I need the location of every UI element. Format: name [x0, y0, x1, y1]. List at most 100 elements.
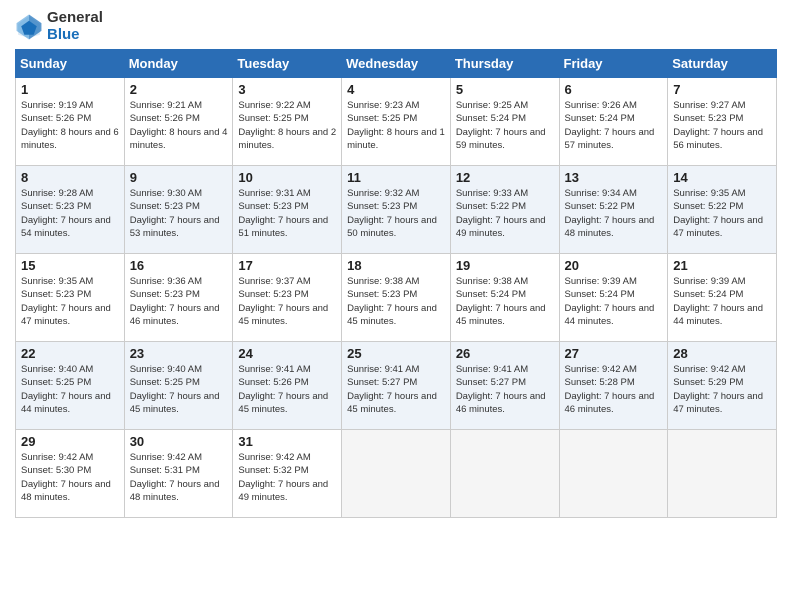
col-header-saturday: Saturday	[668, 50, 777, 78]
calendar-cell: 11Sunrise: 9:32 AMSunset: 5:23 PMDayligh…	[342, 166, 451, 254]
day-number: 2	[130, 82, 228, 97]
day-number: 7	[673, 82, 771, 97]
col-header-thursday: Thursday	[450, 50, 559, 78]
day-info: Sunrise: 9:42 AMSunset: 5:32 PMDaylight:…	[238, 451, 336, 504]
day-number: 5	[456, 82, 554, 97]
day-number: 1	[21, 82, 119, 97]
day-info: Sunrise: 9:19 AMSunset: 5:26 PMDaylight:…	[21, 99, 119, 152]
day-number: 11	[347, 170, 445, 185]
day-number: 21	[673, 258, 771, 273]
day-info: Sunrise: 9:31 AMSunset: 5:23 PMDaylight:…	[238, 187, 336, 240]
calendar-cell	[559, 430, 668, 518]
calendar-cell: 3 Sunrise: 9:22 AMSunset: 5:25 PMDaylight…	[233, 78, 342, 166]
calendar-cell: 17 Sunrise: 9:37 AMSunset: 5:23 PMDayligh…	[233, 254, 342, 342]
day-number: 30	[130, 434, 228, 449]
day-info: Sunrise: 9:37 AMSunset: 5:23 PMDaylight:…	[238, 275, 336, 328]
calendar-cell: 8 Sunrise: 9:28 AMSunset: 5:23 PMDaylight…	[16, 166, 125, 254]
day-info: Sunrise: 9:30 AMSunset: 5:23 PMDaylight:…	[130, 187, 228, 240]
calendar-cell: 29 Sunrise: 9:42 AMSunset: 5:30 PMDayligh…	[16, 430, 125, 518]
day-info: Sunrise: 9:22 AMSunset: 5:25 PMDaylight:…	[238, 99, 336, 152]
col-header-tuesday: Tuesday	[233, 50, 342, 78]
day-number: 27	[565, 346, 663, 361]
calendar-cell: 28 Sunrise: 9:42 AMSunset: 5:29 PMDayligh…	[668, 342, 777, 430]
day-number: 10	[238, 170, 336, 185]
day-number: 20	[565, 258, 663, 273]
calendar-cell: 2Sunrise: 9:21 AMSunset: 5:26 PMDaylight…	[124, 78, 233, 166]
day-number: 29	[21, 434, 119, 449]
calendar-cell: 31 Sunrise: 9:42 AMSunset: 5:32 PMDayligh…	[233, 430, 342, 518]
calendar-cell: 21 Sunrise: 9:39 AMSunset: 5:24 PMDayligh…	[668, 254, 777, 342]
header: General Blue	[15, 10, 777, 43]
day-number: 8	[21, 170, 119, 185]
day-info: Sunrise: 9:38 AMSunset: 5:23 PMDaylight:…	[347, 275, 445, 328]
day-info: Sunrise: 9:27 AMSunset: 5:23 PMDaylight:…	[673, 99, 771, 152]
day-number: 18	[347, 258, 445, 273]
day-number: 31	[238, 434, 336, 449]
calendar-cell: 6 Sunrise: 9:26 AMSunset: 5:24 PMDaylight…	[559, 78, 668, 166]
day-number: 28	[673, 346, 771, 361]
day-info: Sunrise: 9:41 AMSunset: 5:26 PMDaylight:…	[238, 363, 336, 416]
day-number: 17	[238, 258, 336, 273]
day-info: Sunrise: 9:39 AMSunset: 5:24 PMDaylight:…	[565, 275, 663, 328]
day-info: Sunrise: 9:40 AMSunset: 5:25 PMDaylight:…	[21, 363, 119, 416]
calendar-cell: 13Sunrise: 9:34 AMSunset: 5:22 PMDayligh…	[559, 166, 668, 254]
calendar-cell: 23 Sunrise: 9:40 AMSunset: 5:25 PMDayligh…	[124, 342, 233, 430]
calendar-cell: 18 Sunrise: 9:38 AMSunset: 5:23 PMDayligh…	[342, 254, 451, 342]
col-header-friday: Friday	[559, 50, 668, 78]
day-info: Sunrise: 9:41 AMSunset: 5:27 PMDaylight:…	[456, 363, 554, 416]
day-info: Sunrise: 9:42 AMSunset: 5:31 PMDaylight:…	[130, 451, 228, 504]
calendar-cell: 12Sunrise: 9:33 AMSunset: 5:22 PMDayligh…	[450, 166, 559, 254]
day-number: 23	[130, 346, 228, 361]
calendar-week-row: 8 Sunrise: 9:28 AMSunset: 5:23 PMDaylight…	[16, 166, 777, 254]
calendar-cell: 19Sunrise: 9:38 AMSunset: 5:24 PMDayligh…	[450, 254, 559, 342]
calendar-cell: 15 Sunrise: 9:35 AMSunset: 5:23 PMDayligh…	[16, 254, 125, 342]
day-info: Sunrise: 9:42 AMSunset: 5:29 PMDaylight:…	[673, 363, 771, 416]
col-header-monday: Monday	[124, 50, 233, 78]
day-info: Sunrise: 9:33 AMSunset: 5:22 PMDaylight:…	[456, 187, 554, 240]
day-number: 14	[673, 170, 771, 185]
day-number: 9	[130, 170, 228, 185]
day-info: Sunrise: 9:34 AMSunset: 5:22 PMDaylight:…	[565, 187, 663, 240]
calendar-cell: 5Sunrise: 9:25 AMSunset: 5:24 PMDaylight…	[450, 78, 559, 166]
col-header-sunday: Sunday	[16, 50, 125, 78]
day-info: Sunrise: 9:23 AMSunset: 5:25 PMDaylight:…	[347, 99, 445, 152]
calendar-week-row: 29 Sunrise: 9:42 AMSunset: 5:30 PMDayligh…	[16, 430, 777, 518]
calendar-table: SundayMondayTuesdayWednesdayThursdayFrid…	[15, 49, 777, 518]
day-number: 15	[21, 258, 119, 273]
calendar-cell	[450, 430, 559, 518]
calendar-cell: 1 Sunrise: 9:19 AMSunset: 5:26 PMDaylight…	[16, 78, 125, 166]
calendar-header-row: SundayMondayTuesdayWednesdayThursdayFrid…	[16, 50, 777, 78]
day-info: Sunrise: 9:41 AMSunset: 5:27 PMDaylight:…	[347, 363, 445, 416]
calendar-week-row: 22Sunrise: 9:40 AMSunset: 5:25 PMDayligh…	[16, 342, 777, 430]
day-info: Sunrise: 9:40 AMSunset: 5:25 PMDaylight:…	[130, 363, 228, 416]
calendar-cell: 24Sunrise: 9:41 AMSunset: 5:26 PMDayligh…	[233, 342, 342, 430]
day-number: 16	[130, 258, 228, 273]
logo-text: General Blue	[47, 10, 103, 43]
calendar-cell: 30 Sunrise: 9:42 AMSunset: 5:31 PMDayligh…	[124, 430, 233, 518]
calendar-cell: 22Sunrise: 9:40 AMSunset: 5:25 PMDayligh…	[16, 342, 125, 430]
logo-icon	[15, 13, 43, 41]
day-info: Sunrise: 9:42 AMSunset: 5:30 PMDaylight:…	[21, 451, 119, 504]
day-info: Sunrise: 9:42 AMSunset: 5:28 PMDaylight:…	[565, 363, 663, 416]
calendar-cell: 27 Sunrise: 9:42 AMSunset: 5:28 PMDayligh…	[559, 342, 668, 430]
day-info: Sunrise: 9:35 AMSunset: 5:23 PMDaylight:…	[21, 275, 119, 328]
calendar-cell	[342, 430, 451, 518]
logo: General Blue	[15, 10, 103, 43]
day-info: Sunrise: 9:38 AMSunset: 5:24 PMDaylight:…	[456, 275, 554, 328]
day-number: 26	[456, 346, 554, 361]
day-info: Sunrise: 9:28 AMSunset: 5:23 PMDaylight:…	[21, 187, 119, 240]
day-number: 3	[238, 82, 336, 97]
day-info: Sunrise: 9:39 AMSunset: 5:24 PMDaylight:…	[673, 275, 771, 328]
calendar-week-row: 15 Sunrise: 9:35 AMSunset: 5:23 PMDayligh…	[16, 254, 777, 342]
calendar-cell: 7 Sunrise: 9:27 AMSunset: 5:23 PMDaylight…	[668, 78, 777, 166]
calendar-cell: 16 Sunrise: 9:36 AMSunset: 5:23 PMDayligh…	[124, 254, 233, 342]
day-number: 25	[347, 346, 445, 361]
calendar-cell: 20 Sunrise: 9:39 AMSunset: 5:24 PMDayligh…	[559, 254, 668, 342]
day-info: Sunrise: 9:26 AMSunset: 5:24 PMDaylight:…	[565, 99, 663, 152]
calendar-week-row: 1 Sunrise: 9:19 AMSunset: 5:26 PMDaylight…	[16, 78, 777, 166]
calendar-cell: 25 Sunrise: 9:41 AMSunset: 5:27 PMDayligh…	[342, 342, 451, 430]
day-number: 6	[565, 82, 663, 97]
day-info: Sunrise: 9:36 AMSunset: 5:23 PMDaylight:…	[130, 275, 228, 328]
calendar-cell	[668, 430, 777, 518]
calendar-cell: 4Sunrise: 9:23 AMSunset: 5:25 PMDaylight…	[342, 78, 451, 166]
